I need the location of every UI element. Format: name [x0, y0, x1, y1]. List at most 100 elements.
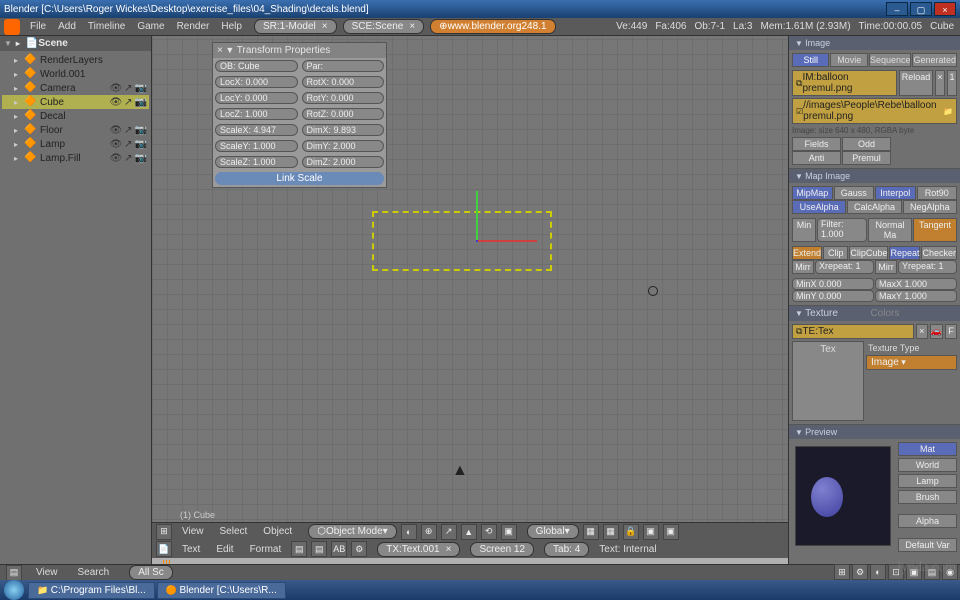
- outliner-item[interactable]: ▸🔶Lamp👁↗📷: [2, 137, 149, 151]
- object-menu[interactable]: Object: [257, 526, 298, 537]
- tab-movie[interactable]: Movie: [830, 53, 867, 67]
- tab-generated[interactable]: Generated: [912, 53, 957, 67]
- image-path-field[interactable]: ☑ //images\People\Rebe\balloon premul.pn…: [792, 98, 957, 124]
- screen-selector[interactable]: SR:1-Model×: [254, 19, 337, 34]
- outliner-item[interactable]: ▸🔶RenderLayers: [2, 53, 149, 67]
- render-icon[interactable]: 📷: [135, 125, 147, 136]
- interpol-btn[interactable]: Interpol: [875, 186, 916, 200]
- render-icon[interactable]: 📷: [135, 97, 147, 108]
- scalez-field[interactable]: ScaleZ: 1.000: [215, 156, 298, 168]
- texture-slot-list[interactable]: Tex: [792, 341, 864, 421]
- mirr-y-btn[interactable]: Mirr: [875, 260, 897, 274]
- scaley-field[interactable]: ScaleY: 1.000: [215, 140, 298, 152]
- lamp-icon[interactable]: [648, 286, 658, 296]
- maxx-field[interactable]: MaxX 1.000: [875, 278, 957, 290]
- ob-name-field[interactable]: OB: Cube: [215, 60, 298, 72]
- menu-file[interactable]: File: [24, 21, 52, 32]
- close-icon[interactable]: ×: [409, 21, 415, 32]
- preview-panel-header[interactable]: Preview: [789, 425, 960, 439]
- dimz-field[interactable]: DimZ: 2.000: [302, 156, 385, 168]
- manip-trans-icon[interactable]: ▲: [461, 524, 477, 540]
- fake-user-btn[interactable]: F: [945, 324, 957, 339]
- panel-icon[interactable]: ◐: [870, 564, 886, 580]
- mipmap-btn[interactable]: MipMap: [792, 186, 833, 200]
- taskbar-item[interactable]: 🟠 Blender [C:\Users\R...: [157, 582, 286, 599]
- roty-field[interactable]: RotY: 0.000: [302, 92, 385, 104]
- preview-world-btn[interactable]: World: [898, 458, 957, 472]
- select-icon[interactable]: ↗: [124, 153, 132, 164]
- shading-icon[interactable]: ◐: [401, 524, 417, 540]
- menu-game[interactable]: Game: [131, 21, 170, 32]
- close-icon[interactable]: ×: [217, 45, 223, 56]
- rotz-field[interactable]: RotZ: 0.000: [302, 108, 385, 120]
- format-menu[interactable]: Format: [244, 544, 288, 555]
- default-var-btn[interactable]: Default Var: [898, 538, 957, 552]
- outliner-item[interactable]: ▸🔶World.001: [2, 67, 149, 81]
- locz-field[interactable]: LocZ: 1.000: [215, 108, 298, 120]
- z-axis-icon[interactable]: [476, 240, 478, 242]
- start-button[interactable]: [4, 580, 24, 600]
- layer-btn[interactable]: ▦: [603, 524, 619, 540]
- par-field[interactable]: Par:: [302, 60, 385, 72]
- manip-scale-icon[interactable]: ▣: [501, 524, 517, 540]
- view-menu[interactable]: View: [176, 526, 210, 537]
- preview-mat-btn[interactable]: Mat: [898, 442, 957, 456]
- checker-btn[interactable]: Checker: [921, 246, 957, 260]
- auto-icon[interactable]: 🚗: [930, 324, 943, 339]
- render-icon[interactable]: ▣: [643, 524, 659, 540]
- visible-icon[interactable]: 👁: [109, 153, 122, 164]
- mirr-x-btn[interactable]: Mirr: [792, 260, 814, 274]
- transform-properties-panel[interactable]: × ▼ Transform Properties OB: CubePar: Lo…: [212, 42, 387, 188]
- link-scale-button[interactable]: Link Scale: [215, 172, 384, 185]
- preview-lamp-btn[interactable]: Lamp: [898, 474, 957, 488]
- select-icon[interactable]: ↗: [124, 97, 132, 108]
- orientation-selector[interactable]: Global ▾: [527, 524, 579, 539]
- normalmap-btn[interactable]: Normal Ma: [868, 218, 912, 242]
- usealpha-btn[interactable]: UseAlpha: [792, 200, 846, 214]
- text-menu[interactable]: Text: [176, 544, 206, 555]
- taskbar-item[interactable]: 📁 C:\Program Files\Bl...: [28, 582, 155, 599]
- texture-panel-header[interactable]: Texture Colors: [789, 306, 960, 321]
- editor-type-icon[interactable]: ▤: [6, 565, 22, 581]
- xrepeat-field[interactable]: Xrepeat: 1: [815, 260, 874, 274]
- search-menu[interactable]: Search: [72, 567, 116, 578]
- unlink-icon[interactable]: ×: [916, 324, 928, 339]
- menu-render[interactable]: Render: [171, 21, 216, 32]
- camera-icon[interactable]: ▲: [452, 462, 468, 480]
- view-menu[interactable]: View: [30, 567, 64, 578]
- url-link[interactable]: ⊕ www.blender.org 248.1: [430, 19, 555, 34]
- minx-field[interactable]: MinX 0.000: [792, 278, 874, 290]
- image-name-field[interactable]: ⧉ IM:balloon premul.png: [792, 70, 897, 96]
- scalex-field[interactable]: ScaleX: 4.947: [215, 124, 298, 136]
- 3d-viewport[interactable]: ▲ (1) Cube × ▼ Transform Properties OB: …: [152, 36, 788, 580]
- menu-add[interactable]: Add: [52, 21, 82, 32]
- outliner-title[interactable]: ▸📄 Scene: [0, 36, 151, 51]
- preview-brush-btn[interactable]: Brush: [898, 490, 957, 504]
- screen-field[interactable]: Screen 12: [470, 542, 534, 557]
- repeat-btn[interactable]: Repeat: [889, 246, 920, 260]
- mode-selector[interactable]: ⬡ Object Mode ▾: [308, 524, 396, 539]
- render-icon[interactable]: 📷: [135, 83, 147, 94]
- min-btn[interactable]: Min: [792, 218, 816, 242]
- negalpha-btn[interactable]: NegAlpha: [903, 200, 957, 214]
- editor-type-icon[interactable]: ⊞: [156, 524, 172, 540]
- calcalpha-btn[interactable]: CalcAlpha: [847, 200, 901, 214]
- maxy-field[interactable]: MaxY 1.000: [875, 290, 957, 302]
- yrepeat-field[interactable]: Yrepeat: 1: [898, 260, 957, 274]
- render-icon[interactable]: 📷: [135, 153, 147, 164]
- reload-button[interactable]: Reload: [899, 70, 933, 96]
- linenum-icon[interactable]: ▤: [291, 541, 307, 557]
- select-icon[interactable]: ↗: [124, 125, 132, 136]
- user-count[interactable]: 1: [947, 70, 957, 96]
- x-axis-icon[interactable]: [477, 240, 537, 242]
- blender-logo-icon[interactable]: [4, 19, 20, 35]
- text-name-field[interactable]: TX:Text.001 ×: [377, 542, 460, 557]
- visible-icon[interactable]: 👁: [109, 83, 122, 94]
- odd-btn[interactable]: Odd: [842, 137, 891, 151]
- visible-icon[interactable]: 👁: [109, 97, 122, 108]
- filter-selector[interactable]: All Sc: [129, 565, 173, 580]
- pivot-icon[interactable]: ⊕: [421, 524, 437, 540]
- close-button[interactable]: ×: [934, 2, 956, 16]
- lock-icon[interactable]: 🔒: [623, 524, 639, 540]
- manip-toggle-icon[interactable]: ↗: [441, 524, 457, 540]
